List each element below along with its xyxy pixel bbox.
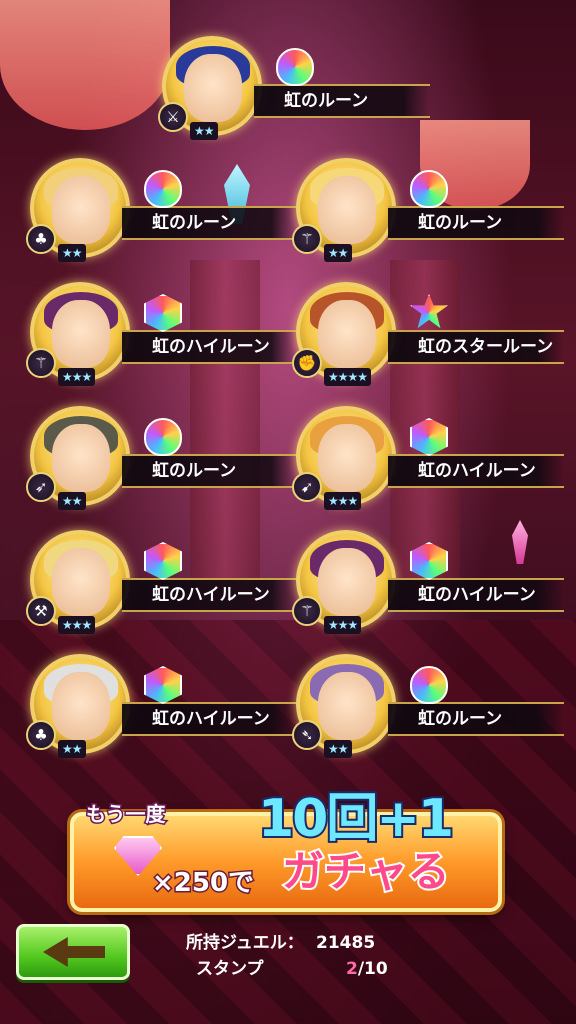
staff-icon: ⚚	[292, 224, 322, 254]
rarity-stars: ★★	[324, 244, 352, 262]
jewel-value: 21485	[316, 933, 376, 953]
rainbow-rune-icon	[410, 666, 448, 704]
sword-icon: ⚔	[158, 102, 188, 132]
reward-name: 虹のハイルーン	[122, 702, 298, 736]
stamp-label: スタンプ	[196, 959, 264, 979]
again-label: もう一度	[84, 801, 166, 828]
spear-icon: ➴	[292, 720, 322, 750]
rainbow-rune-icon	[410, 418, 448, 456]
axe-icon: ⚒	[26, 596, 56, 626]
result-item[interactable]: ➹ ★★★ 虹のハイルーン	[292, 406, 566, 516]
rainbow-rune-icon	[410, 542, 448, 580]
back-arrow-icon	[43, 937, 105, 967]
rarity-stars: ★★	[58, 492, 86, 510]
stamp-total: /10	[357, 959, 388, 979]
rarity-stars: ★★★	[324, 492, 362, 510]
rarity-stars: ★★	[58, 244, 86, 262]
gacha-action-label: ガチャる	[280, 845, 452, 898]
result-item[interactable]: ♣ ★★ 虹のハイルーン	[26, 654, 300, 764]
reward-name: 虹のハイルーン	[388, 578, 564, 612]
reward-name: 虹のルーン	[122, 454, 298, 488]
rainbow-rune-icon	[276, 48, 314, 86]
rarity-stars: ★★	[58, 740, 86, 758]
rarity-stars: ★★★	[58, 368, 96, 386]
reward-name: 虹のルーン	[388, 206, 564, 240]
reward-name: 虹のハイルーン	[122, 330, 298, 364]
rainbow-rune-icon	[144, 418, 182, 456]
leaf-icon: ♣	[26, 720, 56, 750]
player-status: 所持ジュエル： 21485 スタンプ 2 /10	[186, 930, 388, 982]
reward-name: 虹のルーン	[122, 206, 298, 240]
rainbow-rune-icon	[410, 294, 448, 329]
result-item[interactable]: ⚚ ★★★ 虹のハイルーン	[26, 282, 300, 392]
staff-icon: ⚚	[292, 596, 322, 626]
rainbow-rune-icon	[144, 294, 182, 332]
stamp-current: 2	[346, 959, 358, 979]
rarity-stars: ★★	[190, 122, 218, 140]
result-item[interactable]: ✊ ★★★★ 虹のスタールーン	[292, 282, 566, 392]
arrow-icon: ➶	[26, 472, 56, 502]
rarity-stars: ★★	[324, 740, 352, 758]
reward-name: 虹のハイルーン	[122, 578, 298, 612]
jewel-label: 所持ジュエル：	[186, 933, 304, 953]
result-item[interactable]: ➴ ★★ 虹のルーン	[292, 654, 566, 764]
result-item[interactable]: ⚒ ★★★ 虹のハイルーン	[26, 530, 300, 640]
rarity-stars: ★★★	[324, 616, 362, 634]
rarity-stars: ★★★	[58, 616, 96, 634]
jewel-cost-label: ×250で	[150, 867, 255, 900]
rainbow-rune-icon	[144, 542, 182, 580]
staff-icon: ⚚	[26, 348, 56, 378]
back-button[interactable]	[16, 924, 130, 980]
fist-icon: ✊	[292, 348, 322, 378]
reward-name: 虹のスタールーン	[388, 330, 564, 364]
result-item[interactable]: ➶ ★★ 虹のルーン	[26, 406, 300, 516]
rainbow-rune-icon	[144, 170, 182, 208]
result-item[interactable]: ♣ ★★ 虹のルーン	[26, 158, 300, 268]
rainbow-rune-icon	[144, 666, 182, 704]
reward-name: 虹のルーン	[254, 84, 430, 118]
result-item[interactable]: ⚔ ★★ 虹のルーン	[158, 36, 432, 146]
reward-name: 虹のハイルーン	[388, 454, 564, 488]
result-item[interactable]: ⚚ ★★★ 虹のハイルーン	[292, 530, 566, 640]
bow-icon: ➹	[292, 472, 322, 502]
reward-name: 虹のルーン	[388, 702, 564, 736]
rarity-stars: ★★★★	[324, 368, 372, 386]
rainbow-rune-icon	[410, 170, 448, 208]
result-item[interactable]: ⚚ ★★ 虹のルーン	[292, 158, 566, 268]
leaf-icon: ♣	[26, 224, 56, 254]
ceiling-lamp	[0, 0, 170, 130]
